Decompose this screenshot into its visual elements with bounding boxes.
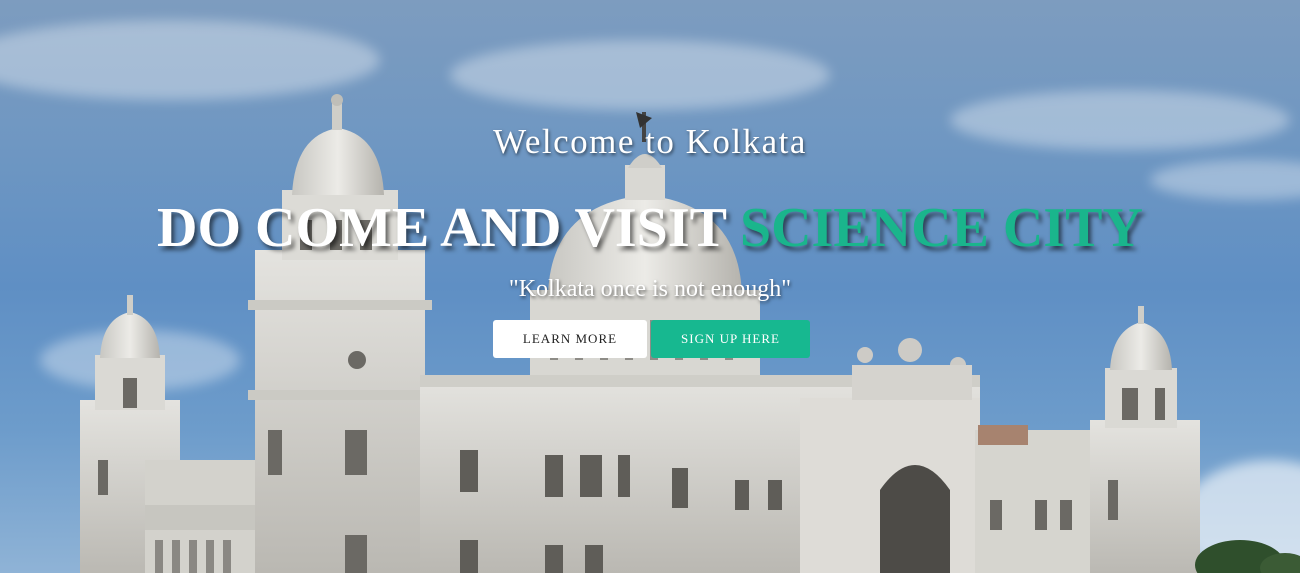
headline-main-text: DO COME AND VISIT	[157, 197, 740, 259]
tagline-quote: "Kolkata once is not enough"	[508, 276, 792, 302]
sign-up-button[interactable]: SIGN UP HERE	[651, 320, 810, 358]
learn-more-button[interactable]: LEARN MORE	[493, 320, 647, 358]
main-headline: DO COME AND VISIT SCIENCE CITY	[0, 196, 1300, 260]
hero-section: Welcome to Kolkata DO COME AND VISIT SCI…	[0, 0, 1300, 573]
headline-accent-text: SCIENCE CITY	[739, 197, 1143, 259]
hero-content: Welcome to Kolkata DO COME AND VISIT SCI…	[0, 0, 1300, 573]
welcome-heading: Welcome to Kolkata	[493, 122, 807, 161]
